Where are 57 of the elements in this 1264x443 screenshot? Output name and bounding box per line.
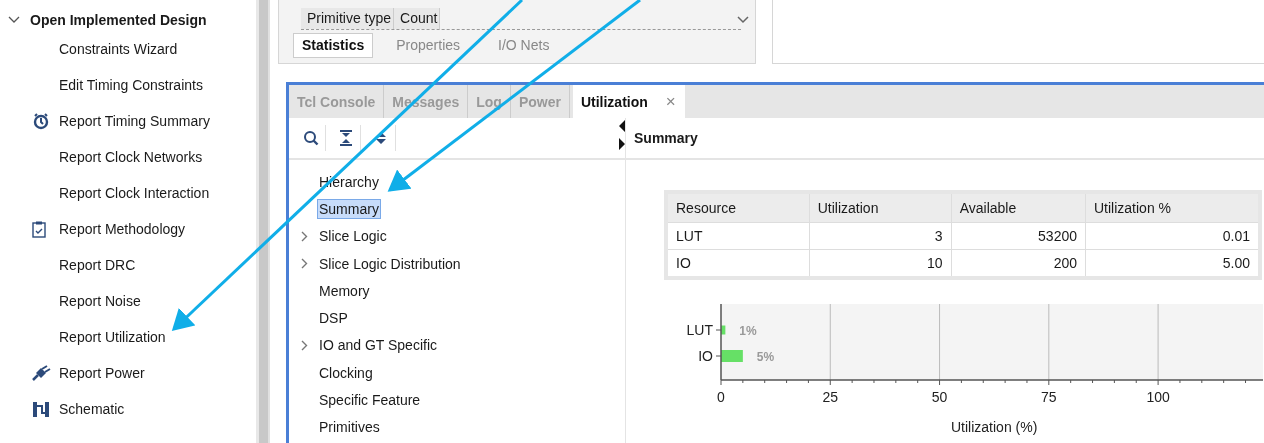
tree-item[interactable]: Primitives	[317, 417, 382, 438]
search-icon[interactable]	[303, 130, 319, 146]
section-title[interactable]: Open Implemented Design	[30, 12, 207, 28]
column-header: Available	[951, 192, 1086, 223]
flow-item[interactable]: Schematic	[59, 401, 125, 417]
table-cell: 3	[809, 222, 952, 250]
column-header[interactable]: Primitive type	[301, 8, 395, 29]
tick-label: 75	[1041, 389, 1057, 405]
tick-label: 25	[822, 389, 839, 405]
value-label: 1%	[739, 324, 757, 338]
table-cell: LUT	[666, 222, 810, 250]
close-icon[interactable]: ×	[665, 91, 676, 112]
tab[interactable]: Statistics	[293, 33, 374, 58]
tree-item[interactable]: DSP	[317, 308, 350, 329]
collapse-all-icon[interactable]	[339, 130, 353, 146]
flow-item[interactable]: Report Timing Summary	[59, 113, 210, 129]
chevron-icon[interactable]	[301, 339, 308, 351]
content-title: Summary	[634, 130, 698, 146]
tree-item[interactable]: Slice Logic	[317, 226, 389, 247]
tree-item[interactable]: Memory	[317, 280, 372, 301]
flow-item[interactable]: Report Clock Networks	[59, 149, 203, 165]
tick-label: 50	[931, 389, 948, 405]
category-label: LUT	[686, 322, 713, 338]
chevron-icon[interactable]	[301, 230, 308, 242]
column-header[interactable]: Count	[394, 8, 441, 29]
flow-item[interactable]: Report Methodology	[59, 221, 186, 237]
tick-label: 100	[1146, 389, 1170, 405]
tick-label: 0	[717, 389, 725, 405]
tree-item[interactable]: IO and GT Specific	[317, 335, 439, 356]
flow-item[interactable]: Report Noise	[59, 293, 141, 309]
flow-item[interactable]: Edit Timing Constraints	[59, 77, 203, 93]
column-header: Utilization %	[1085, 192, 1260, 223]
schematic-icon	[32, 400, 50, 418]
flow-item[interactable]: Constraints Wizard	[59, 41, 178, 57]
flow-item[interactable]: Report Power	[59, 365, 145, 381]
flow-item[interactable]: Report Utilization	[59, 329, 166, 345]
column-header: Resource	[666, 192, 810, 223]
table-cell: 53200	[951, 222, 1086, 250]
tree-item[interactable]: Summary	[317, 198, 381, 219]
axis-title: Utilization (%)	[951, 419, 1038, 435]
column-header: Utilization	[809, 192, 952, 223]
expand-all-icon[interactable]	[375, 131, 387, 145]
collapse-arrow-icon[interactable]	[619, 120, 625, 150]
category-label: IO	[698, 348, 713, 364]
tab[interactable]: Utilization ×	[572, 85, 685, 118]
tree-item[interactable]: Specific Feature	[317, 390, 423, 410]
plug-icon	[32, 365, 51, 381]
value-label: 5%	[756, 350, 775, 364]
chevron-icon[interactable]	[8, 16, 20, 24]
tree-item[interactable]: Clocking	[317, 362, 375, 383]
flow-item[interactable]: Report Clock Interaction	[59, 185, 210, 201]
chevron-icon[interactable]	[301, 258, 308, 270]
flow-item[interactable]: Report DRC	[59, 257, 136, 273]
tree-item[interactable]: Slice Logic Distribution	[317, 253, 463, 274]
chevron-icon[interactable]	[737, 16, 749, 24]
stopwatch-icon	[32, 112, 50, 130]
clipboard-check-icon	[32, 220, 46, 238]
